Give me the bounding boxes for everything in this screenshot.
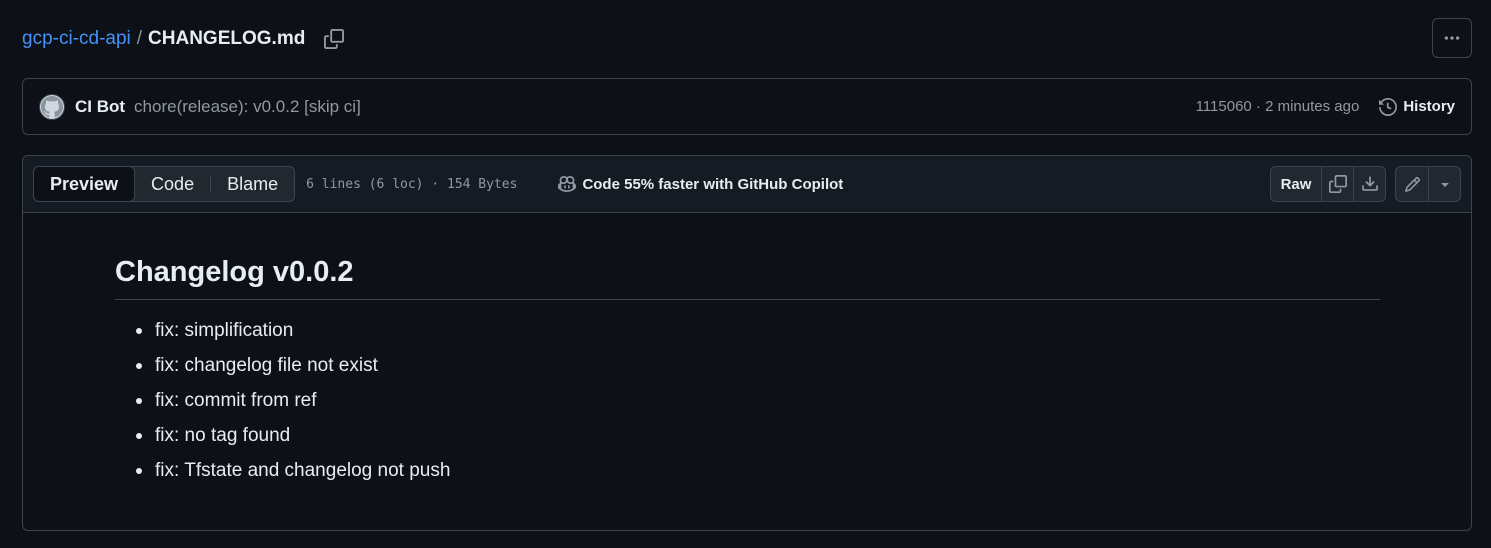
commit-info: 1115060 · 2 minutes ago History <box>1196 97 1455 116</box>
tab-preview[interactable]: Preview <box>33 166 136 202</box>
tab-code[interactable]: Code <box>135 167 210 201</box>
triangle-down-icon <box>1440 183 1449 187</box>
copilot-promo-link[interactable]: Code 55% faster with GitHub Copilot <box>557 175 843 193</box>
copy-icon <box>324 29 345 49</box>
repo-link[interactable]: gcp-ci-cd-api <box>22 28 131 50</box>
file-actions: Raw <box>1270 166 1461 202</box>
changelog-list: fix: simplification fix: changelog file … <box>115 313 1380 488</box>
history-button[interactable]: History <box>1379 97 1455 116</box>
kebab-horizontal-icon <box>1444 36 1460 40</box>
markdown-heading: Changelog v0.0.2 <box>115 255 1380 300</box>
history-icon <box>1379 97 1398 116</box>
file-size-info: 6 lines (6 loc) · 154 Bytes <box>306 176 518 192</box>
list-item: fix: simplification <box>129 313 1380 348</box>
edit-file-button[interactable] <box>1396 167 1428 201</box>
commit-message[interactable]: chore(release): v0.0.2 [skip ci] <box>134 97 361 117</box>
more-options-button[interactable] <box>1432 18 1472 58</box>
file-name: CHANGELOG.md <box>148 28 306 49</box>
view-mode-toggle: Preview Code Blame <box>33 166 296 202</box>
list-item: fix: commit from ref <box>129 383 1380 418</box>
list-item: fix: no tag found <box>129 418 1380 453</box>
file-header: Preview Code Blame 6 lines (6 loc) · 154… <box>23 156 1471 213</box>
tab-blame[interactable]: Blame <box>211 167 294 201</box>
markdown-body: Changelog v0.0.2 fix: simplification fix… <box>23 213 1471 488</box>
copilot-label: Code 55% faster with GitHub Copilot <box>582 175 844 193</box>
copy-icon <box>1328 175 1347 193</box>
copy-path-button[interactable] <box>321 26 347 52</box>
edit-dropdown-button[interactable] <box>1428 167 1460 201</box>
download-icon <box>1361 176 1378 191</box>
copy-raw-button[interactable] <box>1321 167 1353 201</box>
commit-author[interactable]: CI Bot <box>75 97 125 117</box>
raw-button[interactable]: Raw <box>1271 167 1321 201</box>
list-item: fix: Tfstate and changelog not push <box>129 453 1380 488</box>
latest-commit-bar: CI Bot chore(release): v0.0.2 [skip ci] … <box>22 78 1472 135</box>
list-item: fix: changelog file not exist <box>129 348 1380 383</box>
commit-sha-time[interactable]: 1115060 · 2 minutes ago <box>1196 98 1360 115</box>
breadcrumb: gcp-ci-cd-api / CHANGELOG.md <box>22 26 347 52</box>
pencil-icon <box>1404 176 1420 192</box>
bot-avatar-icon <box>41 95 63 117</box>
raw-actions-group: Raw <box>1270 166 1386 202</box>
history-label: History <box>1403 98 1455 115</box>
edit-actions-group <box>1395 166 1461 202</box>
avatar[interactable] <box>39 93 65 120</box>
breadcrumb-separator: / <box>136 28 143 49</box>
copilot-icon <box>558 176 577 192</box>
file-viewer: Preview Code Blame 6 lines (6 loc) · 154… <box>22 155 1472 531</box>
download-button[interactable] <box>1353 167 1385 201</box>
